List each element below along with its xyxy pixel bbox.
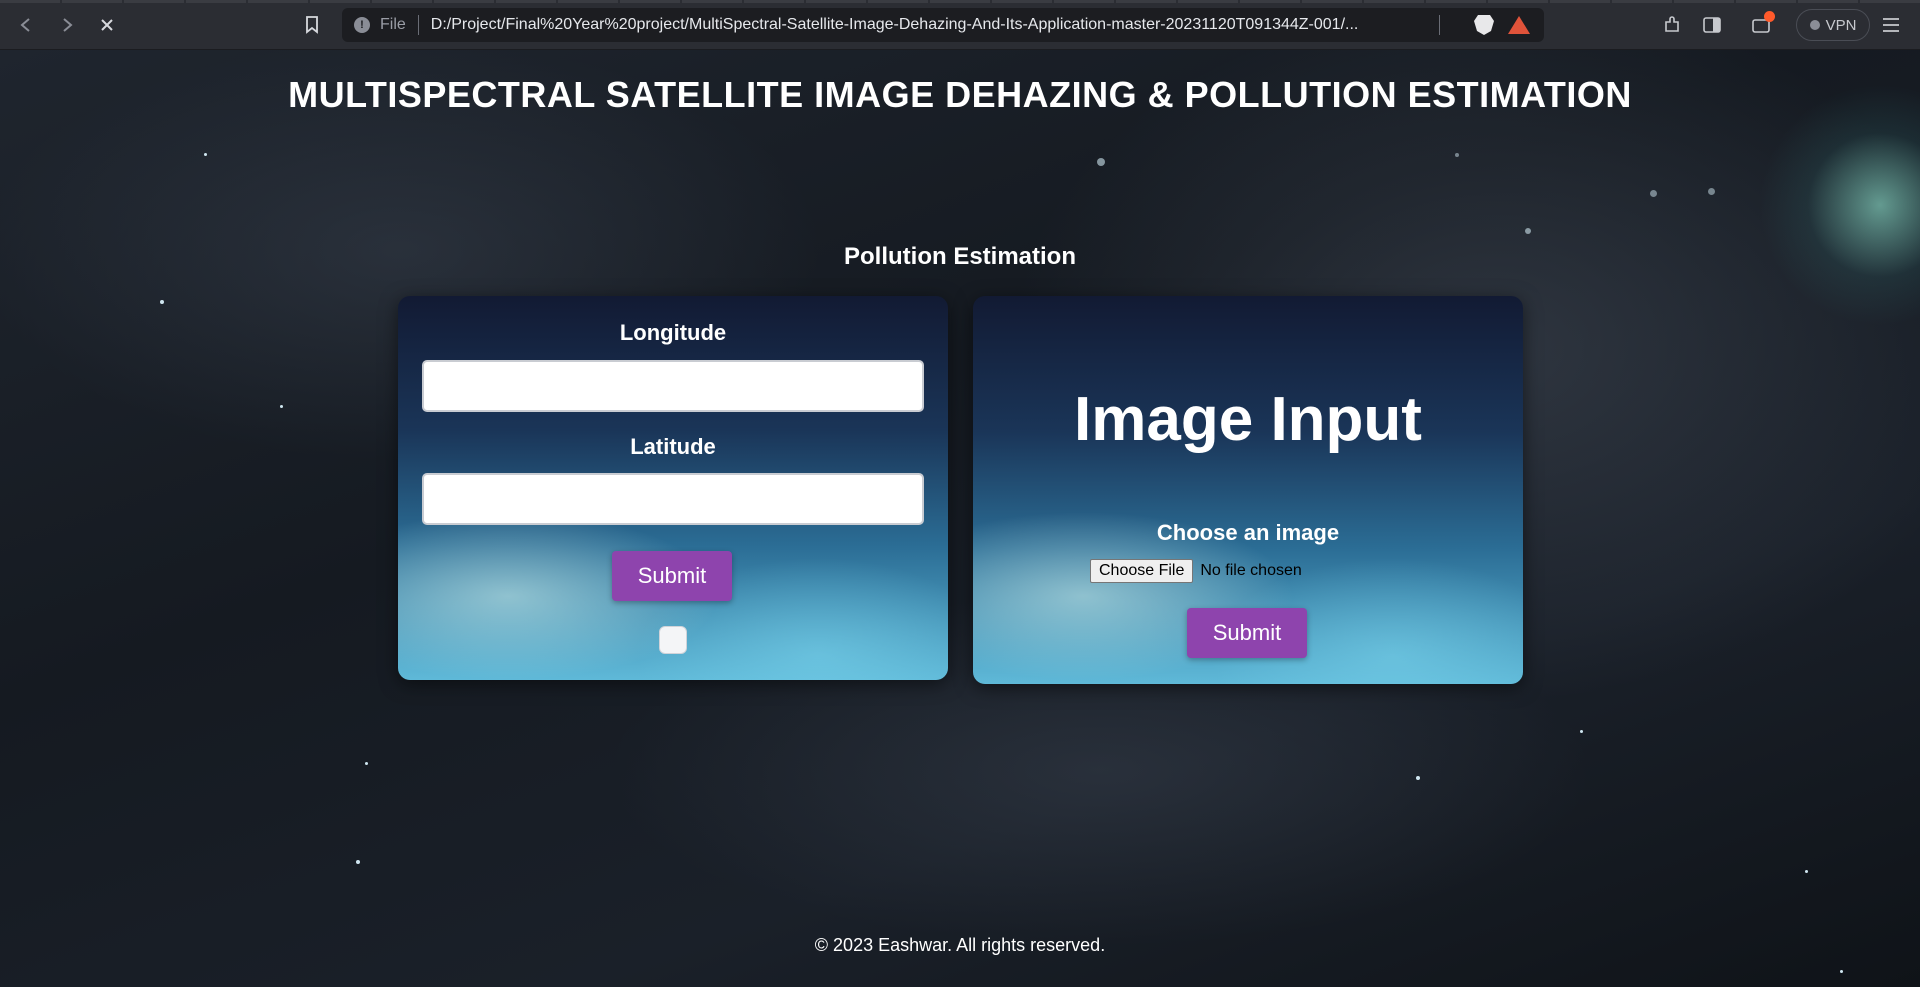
star-decoration <box>1416 776 1420 780</box>
section-title: Pollution Estimation <box>844 243 1076 270</box>
latitude-label: Latitude <box>630 434 716 459</box>
longitude-input[interactable] <box>422 360 924 412</box>
footer-copyright: © 2023 Eashwar. All rights reserved. <box>814 935 1106 955</box>
stop-loading-icon[interactable] <box>95 13 119 37</box>
vpn-label: VPN <box>1825 16 1857 34</box>
notification-badge <box>1764 11 1775 22</box>
brave-rewards-icon[interactable] <box>1508 16 1530 34</box>
browser-toolbar: ! File D:/Project/Final%20Year%20project… <box>0 0 1920 50</box>
back-icon[interactable] <box>14 13 38 37</box>
star-decoration <box>1580 730 1583 733</box>
page-body: MULTISPECTRAL SATELLITE IMAGE DEHAZING &… <box>0 50 1920 987</box>
coordinates-submit-button[interactable]: Submit <box>612 551 732 601</box>
star-decoration <box>1805 870 1808 873</box>
star-decoration <box>1840 970 1843 973</box>
file-status-text: No file chosen <box>1200 562 1302 579</box>
star-decoration <box>365 762 368 765</box>
page-title: MULTISPECTRAL SATELLITE IMAGE DEHAZING &… <box>288 74 1632 115</box>
image-submit-button[interactable]: Submit <box>1187 608 1307 658</box>
address-divider <box>417 15 419 35</box>
site-info-icon[interactable]: ! <box>354 17 370 33</box>
star-decoration <box>1097 158 1105 166</box>
star-decoration <box>204 153 207 156</box>
file-input[interactable]: Choose File No file chosen <box>1090 558 1302 584</box>
image-input-heading: Image Input <box>1074 385 1422 454</box>
address-divider <box>1438 15 1440 35</box>
star-decoration <box>356 860 360 864</box>
wallet-icon[interactable] <box>1749 11 1775 37</box>
star-decoration <box>280 405 283 408</box>
sidebar-icon[interactable] <box>1700 13 1724 37</box>
choose-file-button[interactable]: Choose File <box>1090 559 1194 583</box>
longitude-label: Longitude <box>619 320 727 345</box>
forward-icon[interactable] <box>55 13 79 37</box>
brave-shields-icon[interactable] <box>1474 15 1494 35</box>
menu-icon[interactable] <box>1879 13 1903 37</box>
star-decoration <box>1708 188 1715 195</box>
choose-image-label: Choose an image <box>1156 520 1340 545</box>
image-input-card: Image Input Choose an image Choose File … <box>973 296 1523 684</box>
address-scheme: File <box>380 16 406 33</box>
star-decoration <box>1455 153 1459 157</box>
address-bar[interactable]: ! File D:/Project/Final%20Year%20project… <box>342 8 1544 42</box>
tab-strip <box>0 0 1920 3</box>
bookmark-icon[interactable] <box>300 13 324 37</box>
option-checkbox[interactable] <box>659 626 687 654</box>
latitude-input[interactable] <box>422 473 924 525</box>
star-decoration <box>1650 190 1657 197</box>
vpn-status-icon <box>1809 20 1820 30</box>
coordinates-card: Longitude Latitude Submit <box>398 296 948 680</box>
vpn-button[interactable]: VPN <box>1796 9 1870 41</box>
star-decoration <box>1525 228 1531 234</box>
address-url[interactable]: D:/Project/Final%20Year%20project/MultiS… <box>431 16 1431 34</box>
extensions-icon[interactable] <box>1660 13 1684 37</box>
star-decoration <box>160 300 164 304</box>
